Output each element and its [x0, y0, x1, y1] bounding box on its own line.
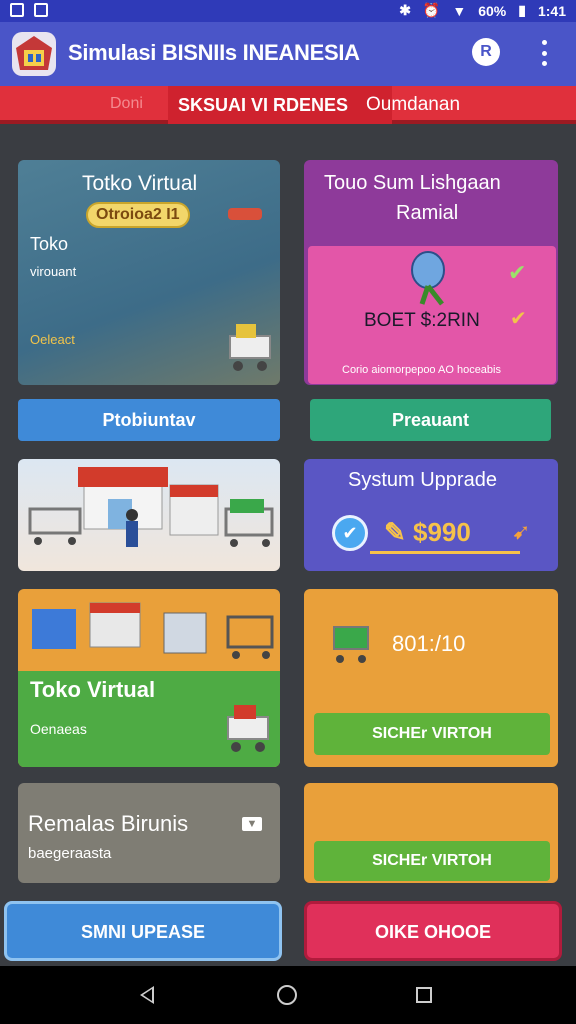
image-icon: [34, 3, 48, 17]
alarm-icon: ⏰: [422, 2, 441, 18]
check-circle-icon: ✔: [332, 515, 368, 551]
card-label: Toko: [30, 234, 69, 254]
system-nav-bar: [0, 966, 576, 1024]
promo-banner[interactable]: Doni SKSUAI VI RDENES Oumdanan: [0, 86, 576, 124]
notification-icon: [10, 3, 24, 17]
recent-apps-icon[interactable]: [416, 987, 432, 1003]
chevron-down-icon[interactable]: ▼: [242, 817, 262, 831]
card-footer: Oeleact: [30, 332, 75, 347]
toko-virtual-card[interactable]: Totko Virtual Otroioa2 I1 Toko virouant …: [18, 160, 280, 385]
red-action-button[interactable]: OIKE OHOOE: [304, 901, 562, 961]
shopping-cart-icon: [227, 705, 269, 752]
app-logo-icon: [12, 32, 56, 76]
card-sublabel: baegeraasta: [28, 845, 112, 862]
profile-avatar[interactable]: R: [472, 38, 500, 66]
price-underline: [370, 551, 520, 554]
card-title: Touo Sum Lishgaan: [324, 172, 501, 194]
shopping-cart-icon: [229, 324, 271, 371]
wrench-icon: ➹: [512, 519, 531, 544]
clock: 1:41: [537, 2, 566, 19]
pink-panel: ✔ BOET $:2RIN ✔ Corio aiomorpepoo AO hoc…: [308, 246, 556, 384]
stat-value: 801:/10: [392, 631, 466, 656]
lime-action-button[interactable]: SICHEr VIRTOH: [314, 713, 550, 755]
check-icon: ✔: [510, 308, 527, 330]
card-title: Systum Upprade: [348, 469, 497, 491]
price-text: ✎ $990: [384, 517, 471, 547]
toko-sum-card[interactable]: Touo Sum Lishgaan Ramial ✔ BOET $:2RIN ✔…: [304, 160, 558, 385]
store-scene-icon: [28, 467, 274, 547]
card-sublabel: Oenaeas: [30, 721, 87, 737]
wifi-icon: ▼: [452, 2, 467, 19]
orange-stat-card[interactable]: 801:/10 SICHEr VIRTOH: [304, 589, 558, 767]
green-action-button[interactable]: Preauant: [310, 399, 551, 441]
banner-highlight: SKSUAI VI RDENES: [168, 86, 392, 124]
app-bar: Simulasi BISNIIs INEANESIA R: [0, 22, 576, 86]
bluetooth-icon: ✱: [399, 2, 411, 18]
banner-right-text: Oumdanan: [366, 94, 461, 115]
banner-faded-text: Doni: [110, 95, 143, 112]
orange-action-card[interactable]: SICHEr VIRTOH: [304, 783, 558, 883]
battery-icon: ▮: [518, 2, 526, 18]
card-title: Toko Virtual: [30, 677, 156, 702]
overflow-menu-icon[interactable]: [538, 40, 550, 66]
remalas-card[interactable]: Remalas Birunis ▼ baegeraasta: [18, 783, 280, 883]
card-badge: Otroioa2 I1: [86, 202, 190, 228]
check-icon: ✔: [508, 260, 527, 285]
home-icon[interactable]: [277, 985, 297, 1005]
notification-icons: [10, 3, 48, 17]
shopping-cart-icon: [333, 626, 369, 663]
hot-air-balloon-icon: [411, 251, 445, 306]
card-title: Remalas Birunis: [28, 811, 189, 836]
green-panel: Toko Virtual Oenaeas: [18, 671, 280, 767]
card-footer: Corio aiomorpepoo AO hoceabis: [342, 364, 501, 376]
store-items-icon: [32, 602, 274, 659]
lime-action-button[interactable]: SICHEr VIRTOH: [314, 841, 550, 881]
status-bar: ✱ ⏰ ▼ 60% ▮ 1:41: [0, 0, 576, 22]
bottom-action-bar: SMNI UPEASE OIKE OHOOE: [0, 893, 576, 966]
upgrade-button[interactable]: SMNI UPEASE: [4, 901, 282, 961]
card-value: BOET $:2RIN: [364, 310, 480, 331]
back-icon[interactable]: [140, 986, 154, 1004]
store-illustration-card[interactable]: [18, 459, 280, 571]
card-subtitle: Ramial: [396, 202, 459, 224]
toko-virtual-green-card[interactable]: Toko Virtual Oenaeas: [18, 589, 280, 767]
battery-level: 60%: [478, 2, 507, 19]
dumbbell-icon: [228, 208, 262, 220]
blue-action-button[interactable]: Ptobiuntav: [18, 399, 280, 441]
card-title: Totko Virtual: [82, 172, 198, 195]
card-sublabel: virouant: [30, 264, 77, 279]
app-title: Simulasi BISNIIs INEANESIA: [68, 40, 360, 65]
system-upgrade-card[interactable]: Systum Upprade ✔ ✎ $990 ➹: [304, 459, 558, 571]
